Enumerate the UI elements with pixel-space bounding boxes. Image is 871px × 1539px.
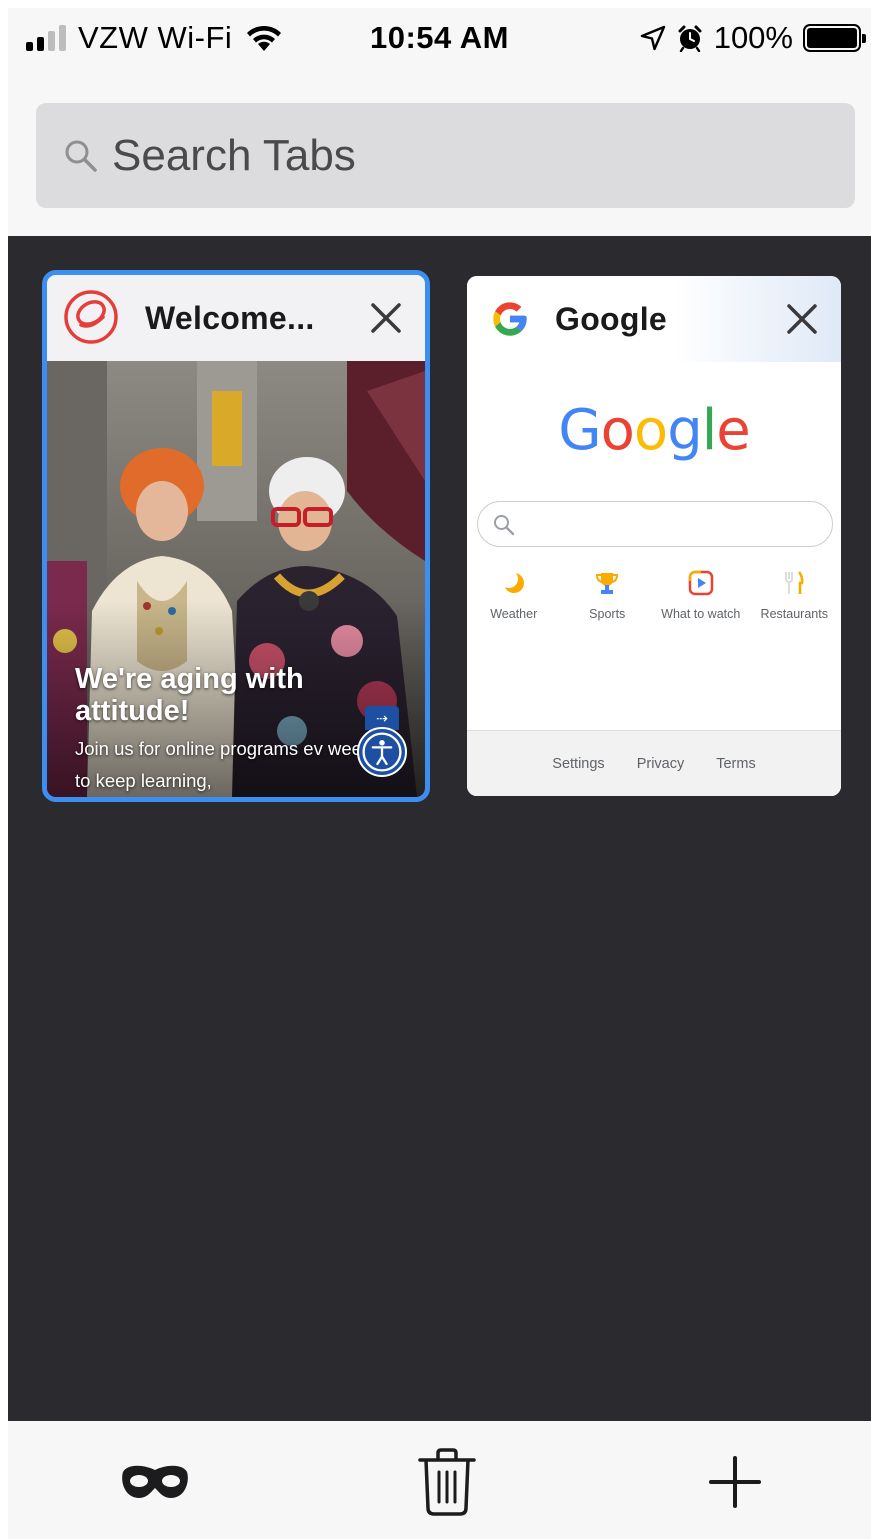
google-logo-letter: o xyxy=(633,398,668,463)
status-time: 10:54 AM xyxy=(370,20,509,55)
shortcut-sports: Sports xyxy=(562,567,652,621)
location-arrow-icon xyxy=(640,25,665,51)
battery-percent: 100% xyxy=(713,20,793,55)
search-bar[interactable] xyxy=(36,103,855,208)
bottom-toolbar xyxy=(8,1421,871,1539)
plus-icon xyxy=(709,1456,761,1508)
footer-settings: Settings xyxy=(552,755,605,772)
trophy-icon xyxy=(596,573,619,594)
google-g-icon xyxy=(483,292,537,346)
tab-preview-image: We're aging with attitude! Join us for o… xyxy=(47,361,425,797)
shortcut-what-to-watch: What to watch xyxy=(656,567,746,621)
shortcut-weather: Weather xyxy=(469,567,559,621)
google-search-box xyxy=(477,501,833,547)
site-logo-icon xyxy=(64,290,118,344)
accessibility-icon xyxy=(357,727,407,777)
carrier-label: VZW Wi-Fi xyxy=(78,20,233,55)
search-area xyxy=(8,70,871,236)
footer-terms: Terms xyxy=(716,755,756,772)
footer-privacy: Privacy xyxy=(636,755,685,772)
status-bar: VZW Wi-Fi 10:54 AM 100% xyxy=(8,8,871,70)
google-logo-letter: l xyxy=(701,398,718,463)
close-all-tabs-button[interactable] xyxy=(412,1447,482,1517)
alarm-icon xyxy=(678,25,702,52)
status-left: VZW Wi-Fi xyxy=(26,20,284,56)
play-icon xyxy=(688,570,713,596)
weather-icon xyxy=(499,570,524,593)
private-mask-icon xyxy=(122,1465,188,1498)
shortcut-label: Restaurants xyxy=(760,607,828,621)
google-shortcuts: Weather Sports What to watch Restaurants xyxy=(467,567,841,621)
google-footer: Settings Privacy Terms xyxy=(467,730,841,796)
trash-icon xyxy=(418,1448,476,1516)
close-tab-icon[interactable] xyxy=(367,299,405,337)
close-tab-icon[interactable] xyxy=(783,300,821,338)
google-logo: Google xyxy=(467,398,841,463)
wifi-icon xyxy=(247,25,282,51)
tab-tray: Welcome... We're aging with attitude! Jo… xyxy=(8,236,871,1421)
shortcut-restaurants: Restaurants xyxy=(749,567,839,621)
tab-title: Google xyxy=(555,300,668,337)
new-tab-button[interactable] xyxy=(700,1447,770,1517)
private-browsing-button[interactable] xyxy=(120,1447,190,1517)
tab-card-welcome[interactable]: Welcome... We're aging with attitude! Jo… xyxy=(42,270,430,802)
status-right: 100% xyxy=(640,20,866,56)
tab-title: Welcome... xyxy=(145,299,315,336)
google-logo-letter: e xyxy=(716,398,750,463)
search-icon xyxy=(65,140,97,172)
search-tabs-input[interactable] xyxy=(112,130,812,181)
shortcut-label: Sports xyxy=(589,607,626,621)
shortcut-label: Weather xyxy=(490,607,538,621)
google-logo-letter: G xyxy=(558,398,601,463)
preview-headline: We're aging with attitude! xyxy=(75,663,304,727)
google-logo-letter: g xyxy=(667,398,703,463)
preview-body: Join us for online programs ev week to k… xyxy=(75,738,372,791)
battery-icon xyxy=(803,24,866,52)
signal-icon xyxy=(26,25,66,51)
tab-header: Google xyxy=(467,276,841,362)
shortcut-label: What to watch xyxy=(661,607,741,621)
tab-header: Welcome... xyxy=(47,275,425,361)
fork-knife-icon xyxy=(785,571,804,594)
tab-preview-google: Google Weather Sports What to watch Rest… xyxy=(467,362,841,796)
search-icon xyxy=(494,515,515,536)
google-logo-letter: o xyxy=(600,398,635,463)
tab-card-google[interactable]: Google Google Weather Sports What to wat… xyxy=(467,276,841,796)
